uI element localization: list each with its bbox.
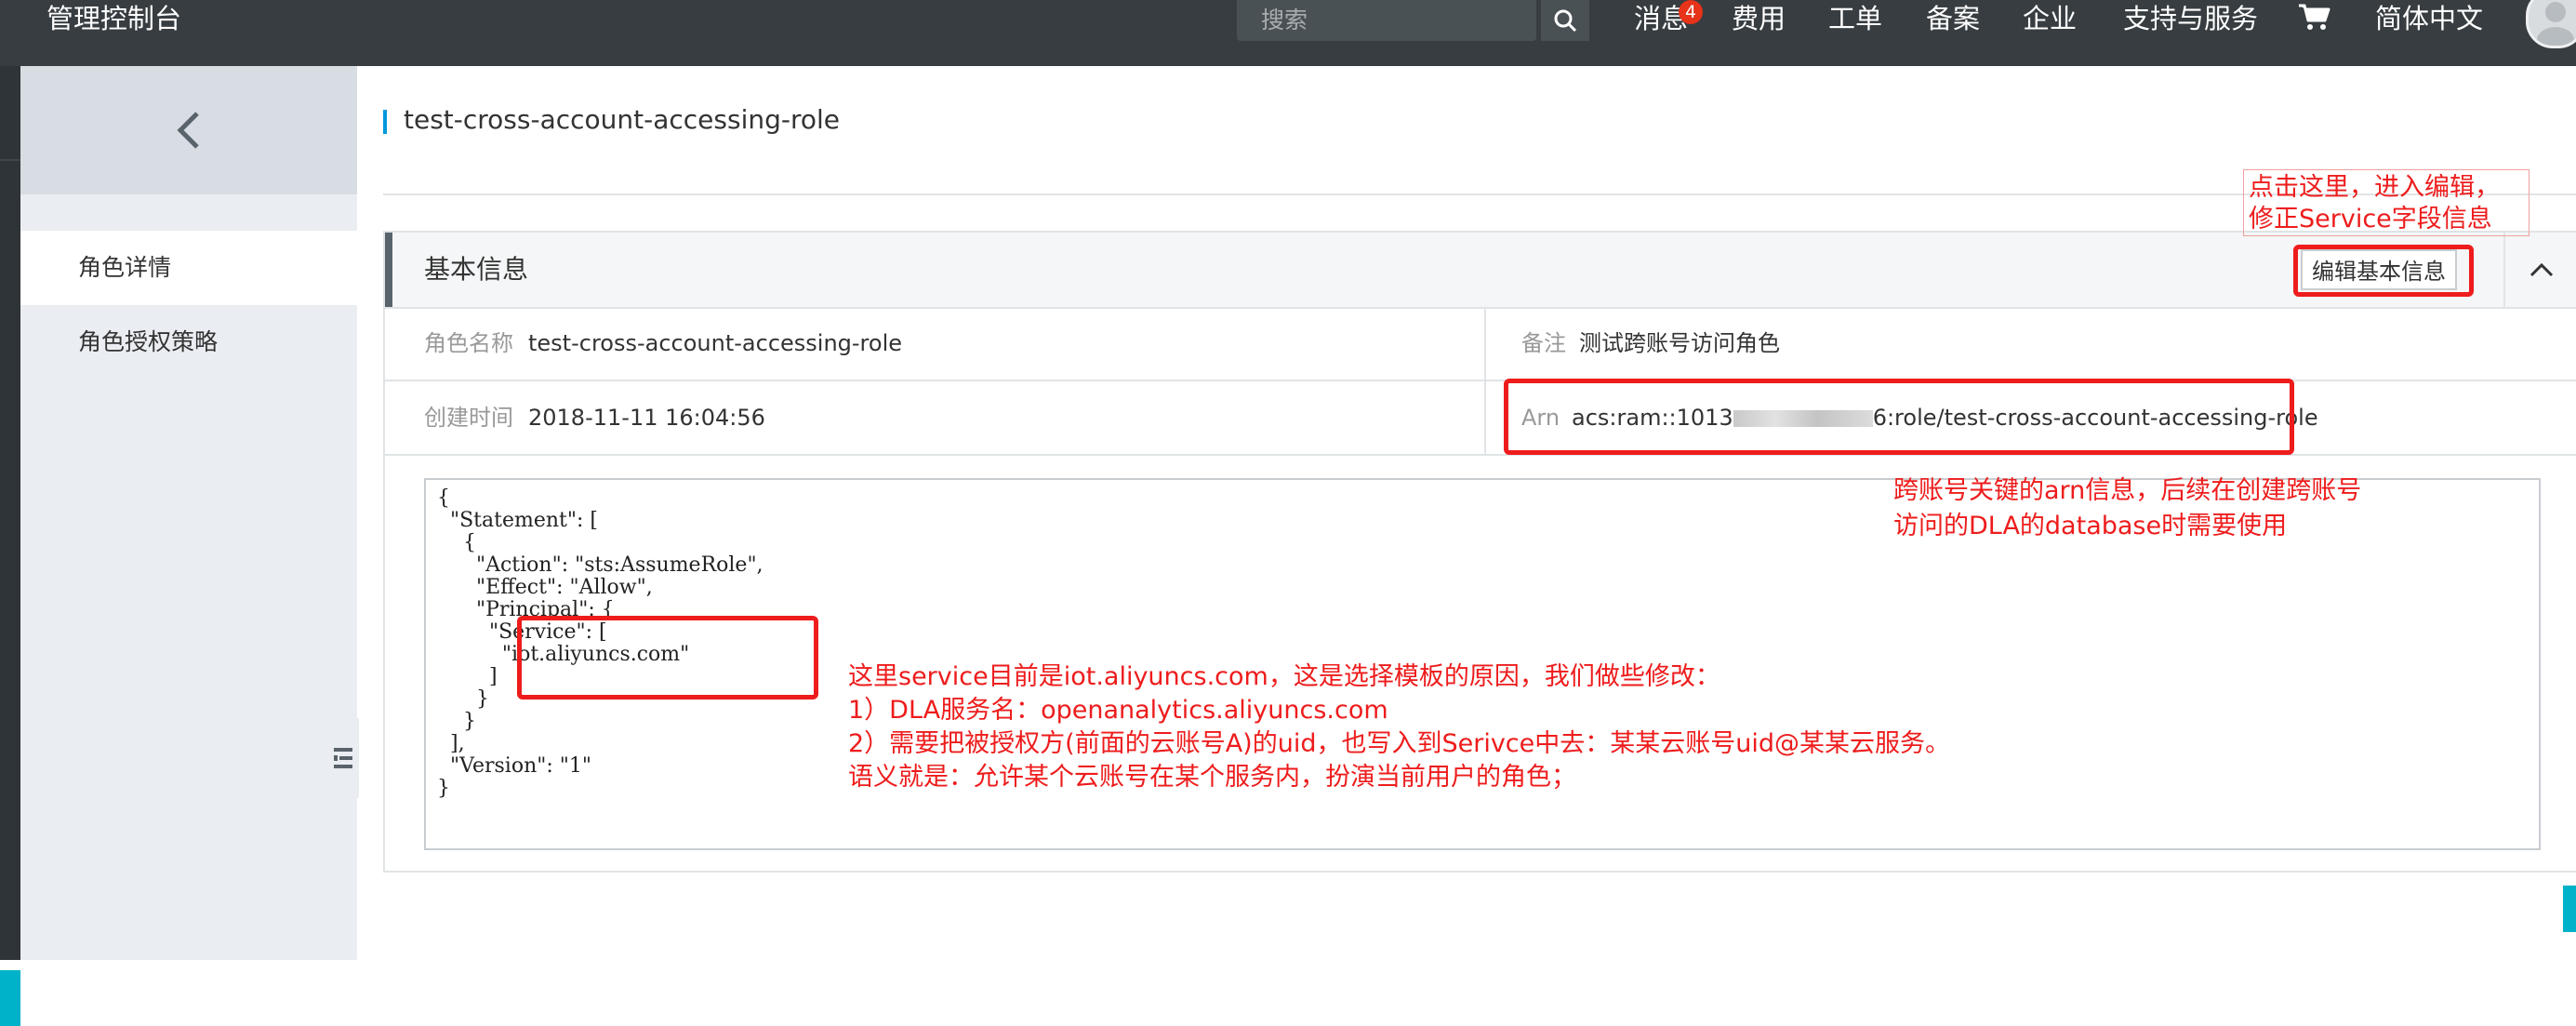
- service-note-line1: 这里service目前是iot.aliyuncs.com，这是选择模板的原因，我…: [848, 662, 1720, 691]
- title-accent-bar: [383, 110, 387, 134]
- product-nav-rail: [0, 66, 20, 1026]
- search-input[interactable]: [1259, 0, 1523, 39]
- edit-button-highlight: [2293, 245, 2474, 297]
- info-row-name: 角色名称 test-cross-account-accessing-role 备…: [385, 307, 2576, 381]
- sidebar-toggle-handle[interactable]: [327, 718, 359, 798]
- role-name-label: 角色名称: [424, 330, 513, 356]
- collapse-section-button[interactable]: [2505, 233, 2576, 307]
- remark-label: 备注: [1521, 330, 1566, 356]
- column-divider: [1484, 381, 1486, 454]
- menu-fold-icon: [334, 748, 352, 768]
- nav-billing[interactable]: 费用: [1732, 0, 1786, 37]
- floating-help-tab[interactable]: [2563, 886, 2576, 932]
- sidebar-item-role-details[interactable]: 角色详情: [20, 231, 357, 305]
- section-title: 基本信息: [424, 254, 529, 285]
- avatar[interactable]: [2526, 0, 2576, 48]
- edit-note-line1: 点击这里，进入编辑，: [2249, 173, 2500, 202]
- service-highlight: [517, 616, 818, 700]
- arn-note-line2: 访问的DLA的database时需要使用: [1893, 512, 2288, 540]
- service-note-line2: 1）DLA服务名：openanalytics.aliyuncs.com: [848, 696, 1388, 725]
- remark-value: 测试跨账号访问角色: [1579, 330, 1780, 356]
- service-note-line3: 2）需要把被授权方(前面的云账号A)的uid，也写入到Serivce中去：某某云…: [848, 729, 1951, 758]
- sidebar: 角色详情 角色授权策略: [20, 66, 357, 960]
- created-value: 2018-11-11 16:04:56: [528, 405, 765, 431]
- service-note-line4: 语义就是：允许某个云账号在某个服务内，扮演当前用户的角色；: [848, 763, 1576, 792]
- rail-teal-tab[interactable]: [0, 970, 20, 1026]
- search-icon: [1554, 9, 1577, 33]
- messages-count-badge: 4: [1679, 0, 1703, 24]
- search-box: [1237, 0, 1536, 41]
- console-brand[interactable]: 管理控制台: [46, 0, 181, 37]
- user-icon: [2537, 2, 2574, 46]
- nav-language[interactable]: 简体中文: [2375, 0, 2483, 37]
- back-button[interactable]: [20, 66, 357, 194]
- arn-highlight: [1504, 379, 2294, 455]
- chevron-left-icon: [177, 112, 199, 149]
- nav-support[interactable]: 支持与服务: [2123, 0, 2258, 37]
- page-title: test-cross-account-accessing-role: [404, 104, 841, 135]
- nav-enterprise[interactable]: 企业: [2023, 0, 2077, 37]
- sidebar-item-role-policies[interactable]: 角色授权策略: [20, 305, 357, 380]
- search-button[interactable]: [1539, 0, 1589, 41]
- chevron-up-icon: [2530, 262, 2554, 277]
- nav-icp[interactable]: 备案: [1926, 0, 1980, 37]
- column-divider: [1484, 307, 1486, 380]
- edit-note-line2: 修正Service字段信息: [2249, 205, 2492, 233]
- header-accent-bar: [385, 233, 392, 307]
- created-label: 创建时间: [424, 405, 513, 431]
- basic-info-header: 基本信息 编辑基本信息: [385, 233, 2576, 309]
- arn-note-line1: 跨账号关键的arn信息，后续在创建跨账号: [1893, 476, 2362, 505]
- nav-tickets[interactable]: 工单: [1828, 0, 1882, 37]
- top-navbar: 管理控制台 消息 4 费用 工单 备案 企业 支持与服务 简体中文: [0, 0, 2576, 66]
- rail-divider: [0, 159, 20, 161]
- role-name-value: test-cross-account-accessing-role: [528, 330, 903, 356]
- cart-icon: [2299, 4, 2330, 30]
- cart-button[interactable]: [2297, 2, 2330, 35]
